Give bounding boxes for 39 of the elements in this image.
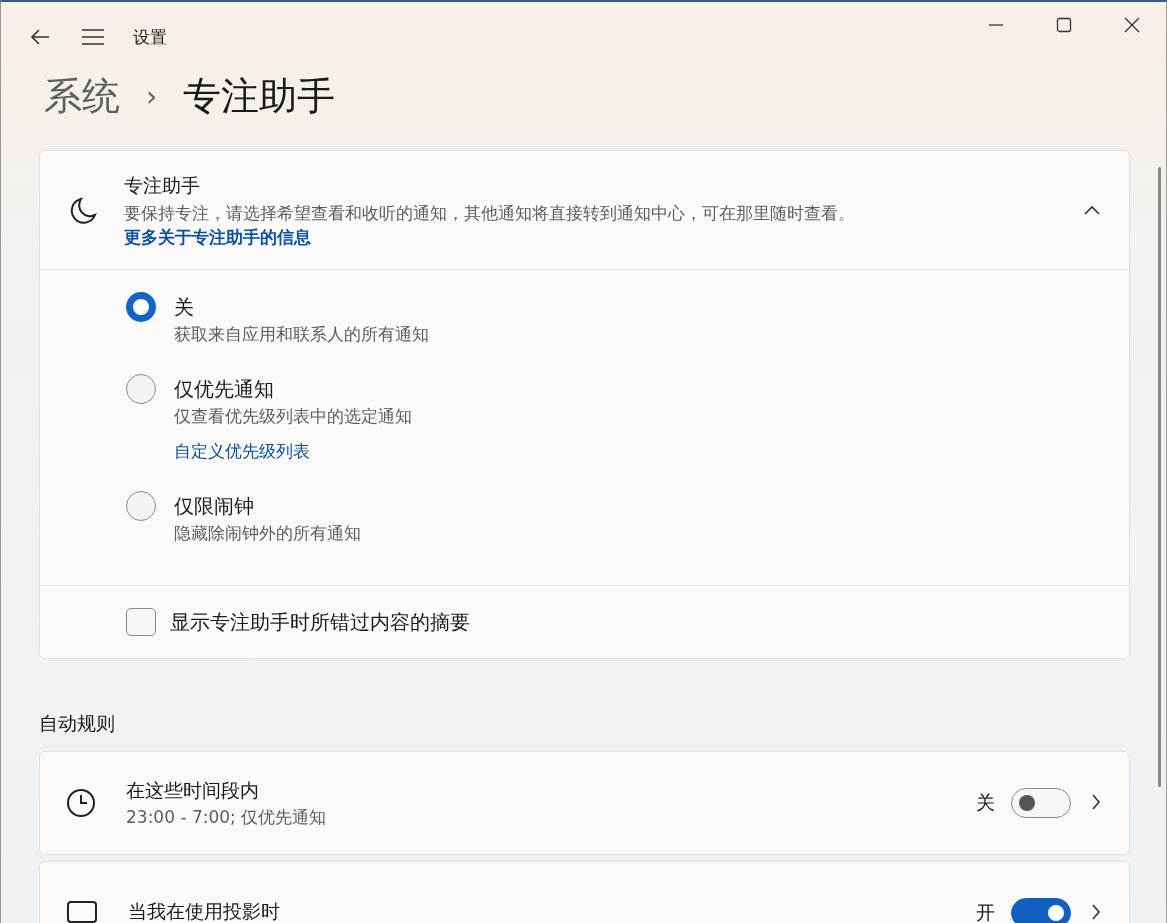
radio-button[interactable]: [126, 292, 156, 322]
option-label: 仅优先通知: [174, 376, 275, 403]
moon-icon: [68, 196, 98, 226]
toggle-switch[interactable]: [1011, 898, 1071, 923]
maximize-icon: [1056, 17, 1072, 33]
option-label: 关: [174, 294, 195, 321]
minimize-icon: [989, 24, 1003, 26]
toggle-switch[interactable]: [1011, 788, 1071, 818]
section-heading: 自动规则: [39, 711, 116, 736]
back-arrow-icon: [29, 28, 51, 46]
rule-card[interactable]: 在这些时间段内 23:00 - 7:00; 仅优先通知 关: [39, 751, 1130, 855]
monitor-icon: [66, 898, 98, 923]
scrollbar[interactable]: [1158, 167, 1161, 787]
menu-icon: [81, 28, 105, 46]
option-description: 获取来自应用和联系人的所有通知: [174, 323, 429, 346]
rule-description: 23:00 - 7:00; 仅优先通知: [126, 805, 328, 829]
close-icon: [1124, 17, 1140, 33]
radio-button[interactable]: [126, 491, 156, 521]
rule-card[interactable]: 当我在使用投影时 开: [39, 861, 1130, 923]
chevron-icon: [1083, 203, 1101, 216]
customize-link[interactable]: 自定义优先级列表: [174, 440, 310, 463]
window-title: 设置: [133, 25, 167, 49]
clock-icon: [66, 788, 96, 818]
checkbox-label: 显示专注助手时所错过内容的摘要: [170, 608, 470, 636]
learn-more-link[interactable]: 更多关于专注助手的信息: [124, 227, 311, 247]
card-description: 要保持专注，请选择希望查看和收听的通知，其他通知将直接转到通知中心，可在那里随时查看。 更多关于专注助手的信息: [124, 202, 856, 249]
toggle-state-label: 关: [976, 790, 995, 815]
breadcrumb-separator: ›: [146, 79, 158, 113]
option-description: 隐藏除闹钟外的所有通知: [174, 522, 361, 545]
checkbox[interactable]: [126, 608, 156, 636]
option-label: 仅限闹钟: [174, 493, 255, 520]
page-title: 专注助手: [183, 72, 336, 120]
card-title: 专注助手: [124, 173, 201, 198]
toggle-state-label: 开: [976, 900, 995, 923]
rule-title: 在这些时间段内: [126, 777, 260, 803]
rule-title: 当我在使用投影时: [128, 899, 281, 923]
breadcrumb-link[interactable]: 系统: [44, 70, 120, 122]
radio-button[interactable]: [126, 374, 156, 404]
option-description: 仅查看优先级列表中的选定通知: [174, 405, 412, 428]
